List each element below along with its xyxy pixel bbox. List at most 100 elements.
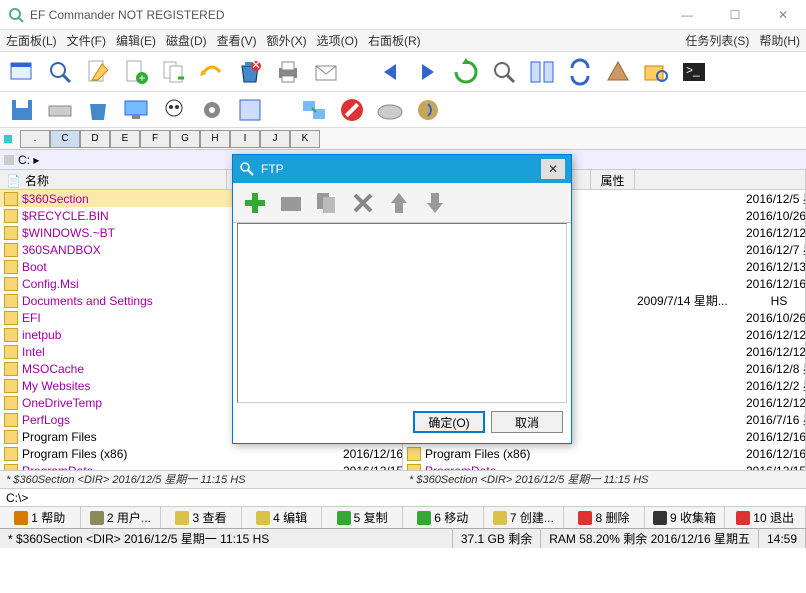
ftp-add-icon[interactable] [239, 187, 271, 219]
recycle-icon[interactable] [82, 94, 114, 126]
copy-icon[interactable] [158, 56, 190, 88]
app-icon [8, 7, 24, 23]
ftp-down-icon[interactable] [419, 187, 451, 219]
fn-icon [736, 511, 750, 525]
drive-button[interactable]: C [50, 130, 80, 148]
folder-icon [4, 345, 18, 359]
gear-icon[interactable] [196, 94, 228, 126]
menu-item[interactable]: 编辑(E) [116, 30, 156, 51]
drive-button[interactable]: J [260, 130, 290, 148]
menu-item[interactable]: 磁盘(D) [166, 30, 207, 51]
forward-icon[interactable] [412, 56, 444, 88]
fn-button[interactable]: 5 复制 [322, 507, 403, 528]
maximize-button[interactable]: ☐ [720, 8, 750, 22]
terminal-icon[interactable]: >_ [678, 56, 710, 88]
fn-icon [493, 511, 507, 525]
add-file-icon[interactable]: + [120, 56, 152, 88]
fn-button[interactable]: 7 创建... [484, 507, 565, 528]
fn-icon [337, 511, 351, 525]
ftp-delete-icon[interactable] [347, 187, 379, 219]
drive-icon[interactable] [44, 94, 76, 126]
col-name[interactable]: 📄名称 [0, 170, 227, 189]
drive-button[interactable]: G [170, 130, 200, 148]
blocked-icon[interactable] [336, 94, 368, 126]
drive-indicator-icon [4, 135, 12, 143]
delete-icon[interactable]: ✕ [234, 56, 266, 88]
refresh-icon[interactable] [450, 56, 482, 88]
skull-icon[interactable] [158, 94, 190, 126]
drive-button[interactable]: K [290, 130, 320, 148]
search-folder-icon[interactable] [640, 56, 672, 88]
svg-text:+: + [138, 71, 145, 85]
drive-button[interactable]: I [230, 130, 260, 148]
panel-icon[interactable] [234, 94, 266, 126]
search-icon[interactable] [44, 56, 76, 88]
main-toolbar-1: + ✕ >_ [0, 52, 806, 92]
mail-icon[interactable] [310, 56, 342, 88]
edit-icon[interactable] [82, 56, 114, 88]
floppy-icon[interactable] [6, 94, 38, 126]
status-selection: * $360Section <DIR> 2016/12/5 星期一 11:15 … [0, 529, 453, 548]
drive-button[interactable]: F [140, 130, 170, 148]
fn-button[interactable]: 1 帮助 [0, 507, 81, 528]
sync-icon[interactable] [564, 56, 596, 88]
undo-icon[interactable] [196, 56, 228, 88]
fn-button[interactable]: 8 删除 [564, 507, 645, 528]
print-icon[interactable] [272, 56, 304, 88]
fn-button[interactable]: 10 退出 [725, 507, 806, 528]
command-line[interactable]: C:\> [0, 488, 806, 506]
fn-button[interactable]: 2 用户... [81, 507, 162, 528]
close-button[interactable]: ✕ [768, 8, 798, 22]
fn-button[interactable]: 3 查看 [161, 507, 242, 528]
ftp-up-icon[interactable] [383, 187, 415, 219]
desktop-icon[interactable] [120, 94, 152, 126]
menu-item[interactable]: 额外(X) [267, 30, 307, 51]
file-row[interactable]: ProgramData2016/12/15 星... [0, 462, 402, 470]
folder-icon [4, 294, 18, 308]
window-title: EF Commander NOT REGISTERED [30, 8, 672, 22]
fn-button[interactable]: 9 收集箱 [645, 507, 726, 528]
drive-button[interactable]: H [200, 130, 230, 148]
menu-item[interactable]: 右面板(R) [368, 30, 421, 51]
fn-icon [256, 511, 270, 525]
audio-icon[interactable] [412, 94, 444, 126]
ftp-cancel-button[interactable]: 取消 [491, 411, 563, 433]
ftp-dialog: FTP ✕ 确定(O) 取消 [232, 154, 572, 444]
back-icon[interactable] [374, 56, 406, 88]
ftp-copy-icon[interactable] [311, 187, 343, 219]
drive-button[interactable]: E [110, 130, 140, 148]
fn-icon [653, 511, 667, 525]
folder-icon [4, 243, 18, 257]
ftp-close-button[interactable]: ✕ [541, 159, 565, 179]
col-attr-r[interactable]: 属性 [591, 170, 635, 189]
network-icon[interactable] [298, 94, 330, 126]
swap-icon[interactable] [526, 56, 558, 88]
menu-item[interactable]: 左面板(L) [6, 30, 57, 51]
drive-button[interactable]: D [80, 130, 110, 148]
ftp-ok-button[interactable]: 确定(O) [413, 411, 485, 433]
drive-bar: . CDEFGHIJK [0, 128, 806, 150]
menu-item[interactable]: 帮助(H) [759, 30, 800, 51]
minimize-button[interactable]: — [672, 8, 702, 22]
fn-button[interactable]: 6 移动 [403, 507, 484, 528]
menu-item[interactable]: 任务列表(S) [685, 30, 749, 51]
menu-item[interactable]: 查看(V) [217, 30, 257, 51]
folder-icon [4, 379, 18, 393]
drive-button[interactable]: . [20, 130, 50, 148]
find-icon[interactable] [488, 56, 520, 88]
menu-item[interactable]: 选项(O) [317, 30, 358, 51]
left-info-line: * $360Section <DIR> 2016/12/5 星期一 11:15 … [0, 470, 403, 488]
pyramid-icon[interactable] [602, 56, 634, 88]
ftp-dialog-titlebar[interactable]: FTP ✕ [233, 155, 571, 183]
file-row[interactable]: ProgramData2016/12/15 星...H [403, 462, 805, 470]
file-row[interactable]: Program Files (x86)2016/12/16 星...R [403, 445, 805, 462]
ftp-list[interactable] [237, 223, 567, 403]
status-ram: RAM 58.20% 剩余 2016/12/16 星期五 [541, 529, 759, 548]
file-row[interactable]: Program Files (x86)2016/12/16 星... [0, 445, 402, 462]
fn-button[interactable]: 4 编辑 [242, 507, 323, 528]
ftp-folder-icon[interactable] [275, 187, 307, 219]
status-time: 14:59 [759, 529, 806, 548]
new-window-icon[interactable] [6, 56, 38, 88]
controller-icon[interactable] [374, 94, 406, 126]
menu-item[interactable]: 文件(F) [67, 30, 106, 51]
